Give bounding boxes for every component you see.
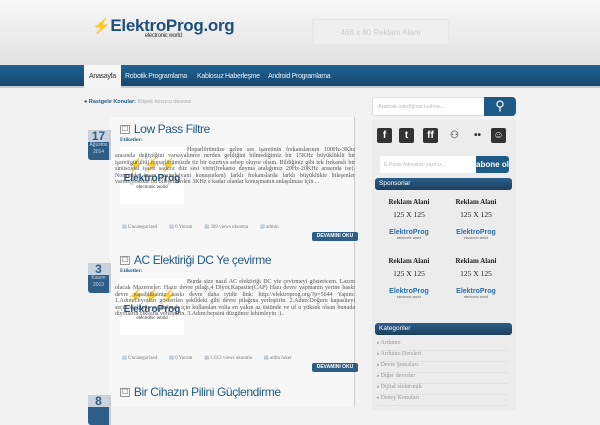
sponsor-ad[interactable]: Reklam Alani 125 X 125 ElektroProg electron… bbox=[444, 257, 508, 299]
post-icon: ☐ bbox=[120, 125, 130, 134]
post-tags: Etiketler: bbox=[120, 137, 143, 143]
twitter-icon[interactable]: t bbox=[399, 128, 414, 143]
sponsor-ad[interactable]: Reklam Alani 125 X 125 ElektroProg electron… bbox=[377, 257, 441, 299]
header: ⚡ElektroProg.org electronic world 468 x 6… bbox=[0, 0, 600, 65]
views-count: 1.613 views okunma bbox=[204, 355, 252, 361]
facebook-icon[interactable]: f bbox=[377, 128, 392, 143]
lightning-icon: ⚡ bbox=[92, 18, 111, 35]
sidebar: f t ff ⚇ •• ☺ E-Posta Adresinizi yazınız… bbox=[372, 120, 516, 410]
search-icon: ⚲ bbox=[495, 98, 505, 113]
email-input[interactable]: E-Posta Adresinizi yazınız... bbox=[380, 156, 477, 173]
post-meta: Uncategorized 0 Yorum 369 views okunma admi… bbox=[122, 224, 279, 230]
sponsors-heading: Sponsorlar bbox=[375, 178, 512, 190]
post-date: 3 Kasım 2013 bbox=[88, 263, 111, 293]
reddit-icon[interactable]: ☺ bbox=[491, 128, 506, 143]
search-button[interactable]: ⚲ bbox=[484, 97, 516, 116]
read-more-button[interactable]: DEVAMINI OKU bbox=[312, 232, 358, 241]
search-input[interactable]: Aramak istediğiniz kelime... bbox=[372, 97, 485, 116]
sponsor-ad[interactable]: Reklam Alani 125 X 125 ElektroProg electron… bbox=[377, 198, 441, 240]
flickr-icon[interactable]: •• bbox=[470, 128, 485, 143]
comments-link[interactable]: 0 Yorum bbox=[169, 224, 192, 230]
category-link[interactable]: Uncategorized bbox=[122, 224, 157, 230]
subscribe-button[interactable]: abone ol bbox=[476, 156, 509, 173]
site-logo[interactable]: ⚡ElektroProg.org electronic world bbox=[92, 16, 235, 39]
post-icon: ☐ bbox=[120, 388, 130, 397]
nav-home[interactable]: Anasayfa bbox=[84, 65, 121, 88]
views-count: 369 views okunma bbox=[204, 224, 248, 230]
category-item[interactable]: Arduino Dersleri bbox=[377, 351, 509, 362]
post-title[interactable]: ☐ Bir Cihazın Pilini Güçlendirme bbox=[120, 385, 281, 399]
author-link[interactable]: admin bbox=[260, 224, 279, 230]
nav-robotics[interactable]: Robotik Programlama bbox=[125, 65, 187, 88]
friendfeed-icon[interactable]: ff bbox=[423, 128, 438, 143]
category-item[interactable]: Arduino bbox=[377, 340, 509, 351]
nav-wireless[interactable]: Kablosuz Haberleşme bbox=[197, 65, 260, 88]
category-item[interactable]: Devre Şemaları bbox=[377, 362, 509, 373]
post-title[interactable]: ☐ AC Elektiriği DC Ye çevirme bbox=[120, 253, 272, 267]
post-title[interactable]: ☐ Low Pass Filtre bbox=[120, 122, 210, 136]
header-ad-banner[interactable]: 468 x 60 Reklam Alanı bbox=[312, 19, 449, 45]
post-tags: Etiketler: bbox=[120, 268, 143, 274]
random-topic-link[interactable]: Köpek kovucu devresi bbox=[137, 99, 191, 105]
nav-android[interactable]: Android Programlama bbox=[268, 65, 331, 88]
comments-link[interactable]: 0 Yorum bbox=[169, 355, 192, 361]
category-item[interactable]: Diğer devreler bbox=[377, 373, 509, 384]
main-nav: Anasayfa Robotik Programlama Kablosuz Ha… bbox=[0, 65, 600, 88]
post-date: 17 Ağustos 2014 bbox=[88, 130, 111, 160]
random-topics: ● Rastgele Konular: Köpek kovucu devresi bbox=[84, 99, 192, 105]
read-more-button[interactable]: DEVAMINI OKU bbox=[312, 363, 358, 372]
author-link[interactable]: atilla foker bbox=[264, 355, 292, 361]
post-meta: Uncategorized 0 Yorum 1.613 views okunma at… bbox=[122, 355, 292, 361]
sponsor-ad[interactable]: Reklam Alani 125 X 125 ElektroProg electron… bbox=[444, 198, 508, 240]
category-item[interactable]: Dijital elektronik bbox=[377, 384, 509, 395]
post-excerpt: Burda size nasıl AC elektiriği DC yie çe… bbox=[115, 279, 355, 318]
category-link[interactable]: Uncategorized bbox=[122, 355, 157, 361]
pin-icon: ● bbox=[84, 99, 88, 105]
post-excerpt: Hoparlörümüze gelen ses işaretinin freka… bbox=[115, 147, 355, 186]
post-icon: ☐ bbox=[120, 256, 130, 265]
myspace-icon[interactable]: ⚇ bbox=[447, 128, 462, 143]
categories-heading: Kategoriler bbox=[375, 323, 512, 335]
category-item[interactable]: Deney Konuları bbox=[377, 395, 509, 406]
